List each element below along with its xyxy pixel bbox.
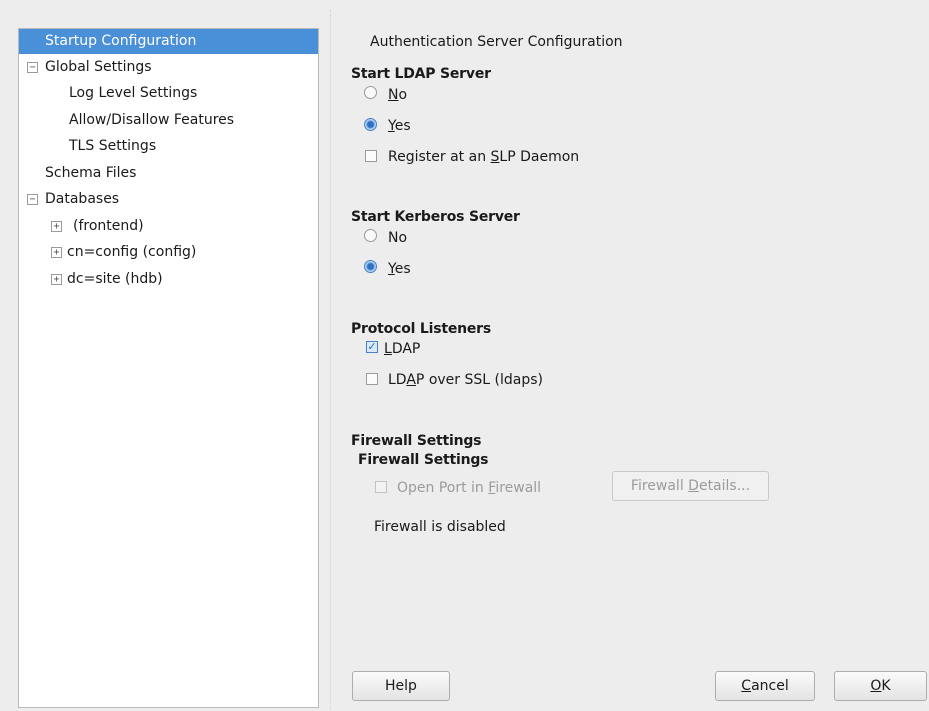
- ok-button[interactable]: OK: [834, 671, 927, 701]
- firewall-settings-heading: Firewall Settings: [351, 433, 482, 449]
- ldaps-listener-checkbox[interactable]: [366, 373, 378, 385]
- label-after: etails...: [698, 478, 751, 494]
- mnemonic: N: [388, 87, 399, 103]
- open-port-checkbox[interactable]: [375, 481, 387, 493]
- label-after: irewall: [495, 480, 542, 496]
- ldaps-listener-label[interactable]: LDAP over SSL (ldaps): [388, 372, 543, 388]
- ldap-server-heading: Start LDAP Server: [351, 66, 491, 82]
- ldap-no-radio[interactable]: [364, 86, 377, 99]
- ldap-yes-radio[interactable]: [364, 118, 377, 131]
- page-title: Authentication Server Configuration: [370, 34, 623, 50]
- kerberos-no-label[interactable]: No: [388, 230, 407, 246]
- firewall-details-button[interactable]: Firewall Details...: [612, 471, 769, 501]
- firewall-status-text: Firewall is disabled: [374, 519, 506, 535]
- label-before: LD: [388, 372, 407, 388]
- mnemonic: O: [870, 678, 882, 694]
- mnemonic: L: [384, 341, 392, 357]
- mnemonic: C: [741, 678, 752, 694]
- label-rest: es: [394, 118, 411, 134]
- label-before: Firewall: [630, 478, 689, 494]
- ldap-listener-label[interactable]: LDAP: [384, 341, 420, 357]
- label-rest: ancel: [751, 678, 789, 694]
- ldap-no-label[interactable]: No: [388, 87, 407, 103]
- label-after: P over SSL (ldaps): [415, 372, 543, 388]
- ldap-yes-label[interactable]: Yes: [388, 118, 411, 134]
- ldap-listener-checkbox[interactable]: ✓: [366, 341, 378, 353]
- register-slp-label[interactable]: Register at an SLP Daemon: [388, 149, 579, 165]
- protocol-listeners-heading: Protocol Listeners: [351, 321, 492, 337]
- mnemonic: Y: [388, 261, 395, 277]
- help-button[interactable]: Help: [352, 671, 450, 701]
- kerberos-yes-radio[interactable]: [364, 260, 377, 273]
- register-slp-checkbox[interactable]: [365, 150, 377, 162]
- mnemonic: Y: [388, 118, 395, 134]
- kerberos-yes-label[interactable]: Yes: [388, 261, 411, 277]
- mnemonic: A: [406, 372, 416, 388]
- kerberos-no-radio[interactable]: [364, 229, 377, 242]
- firewall-settings-subheading: Firewall Settings: [358, 452, 489, 468]
- main-panel: Authentication Server Configuration Star…: [0, 0, 929, 711]
- label-before: Register at an: [388, 149, 491, 165]
- label-rest: o: [398, 87, 408, 103]
- mnemonic: D: [688, 478, 699, 494]
- label-rest: K: [881, 678, 891, 694]
- label-before: Open Port in: [397, 480, 489, 496]
- cancel-button[interactable]: Cancel: [715, 671, 815, 701]
- kerberos-server-heading: Start Kerberos Server: [351, 209, 520, 225]
- label-rest: DAP: [391, 341, 421, 357]
- label-after: LP Daemon: [499, 149, 580, 165]
- label-rest: es: [394, 261, 411, 277]
- open-port-label[interactable]: Open Port in Firewall: [397, 480, 541, 496]
